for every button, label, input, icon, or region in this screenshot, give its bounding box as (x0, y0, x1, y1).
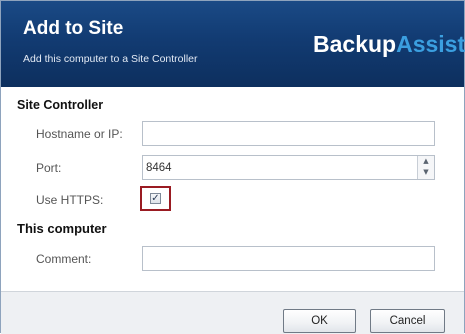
port-label: Port: (36, 161, 62, 175)
brand-logo: BackupAssist™ (313, 31, 465, 58)
dialog-subtitle: Add this computer to a Site Controller (23, 53, 198, 65)
comment-input[interactable] (142, 246, 435, 271)
port-spinner[interactable]: ▲ ▼ (417, 156, 434, 179)
ok-button[interactable]: OK (283, 309, 356, 333)
https-label: Use HTTPS: (36, 193, 104, 207)
site-controller-heading: Site Controller (17, 98, 104, 112)
this-computer-heading: This computer (17, 221, 107, 236)
dialog-footer: OK Cancel (1, 291, 464, 334)
add-to-site-dialog: Add to Site Add this computer to a Site … (0, 0, 465, 334)
dialog-title: Add to Site (23, 18, 124, 39)
brand-secondary-text: Assist (396, 31, 465, 57)
cancel-button[interactable]: Cancel (370, 309, 445, 333)
hostname-input[interactable] (142, 121, 435, 146)
spin-down-icon[interactable]: ▼ (418, 167, 434, 178)
port-input[interactable] (142, 155, 435, 180)
https-checkbox-highlight: ✓ (140, 186, 171, 211)
hostname-label: Hostname or IP: (36, 127, 123, 141)
dialog-header: Add to Site Add this computer to a Site … (1, 1, 465, 87)
spin-up-icon[interactable]: ▲ (418, 156, 434, 167)
comment-label: Comment: (36, 252, 92, 266)
https-checkbox[interactable]: ✓ (150, 193, 161, 204)
brand-primary-text: Backup (313, 31, 397, 57)
